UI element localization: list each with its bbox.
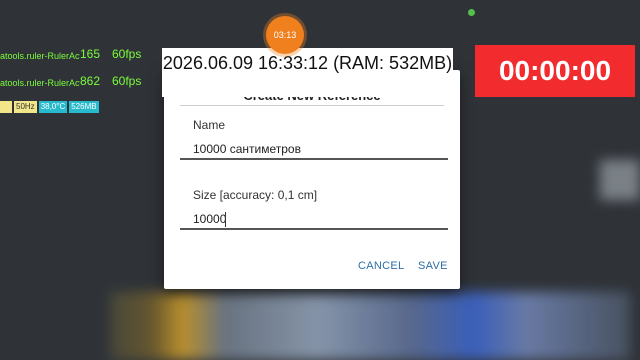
- debug-package: atools.ruler-RulerActi: [0, 78, 80, 88]
- title-divider: [180, 105, 444, 106]
- name-label: Name: [193, 118, 226, 132]
- recording-timer: 00:00:00: [475, 45, 635, 97]
- refresh-rate-chip: 50Hz: [14, 101, 37, 113]
- recording-bubble[interactable]: 03:13: [266, 16, 304, 54]
- status-chip: [0, 101, 12, 113]
- debug-fps: 60fps: [112, 74, 142, 88]
- timestamp-overlay: 2026.06.09 16:33:12 (RAM: 532MB): [162, 48, 453, 97]
- blurred-side-content: [600, 160, 640, 200]
- memory-chip: 526MB: [69, 101, 99, 113]
- debug-line-2: atools.ruler-RulerActi862 60fps: [0, 74, 141, 88]
- create-reference-dialog: Create New Reference Name Size [accuracy…: [164, 70, 460, 289]
- debug-chips: 50Hz 38,0°C 526MB: [0, 101, 99, 113]
- debug-line-1: atools.ruler-RulerActi165 60fps: [0, 47, 141, 61]
- temperature-chip: 38,0°C: [38, 101, 68, 113]
- blurred-background-content: [110, 292, 630, 360]
- name-input[interactable]: [180, 140, 448, 160]
- cancel-button[interactable]: CANCEL: [356, 258, 406, 274]
- status-dot-icon: [468, 9, 475, 16]
- size-input[interactable]: [180, 210, 448, 230]
- save-button[interactable]: SAVE: [416, 258, 450, 274]
- debug-package: atools.ruler-RulerActi: [0, 51, 80, 61]
- debug-value: 165: [80, 47, 101, 61]
- debug-fps: 60fps: [112, 47, 142, 61]
- text-caret: [225, 212, 226, 227]
- debug-value: 862: [80, 74, 101, 88]
- size-label: Size [accuracy: 0,1 cm]: [193, 188, 318, 202]
